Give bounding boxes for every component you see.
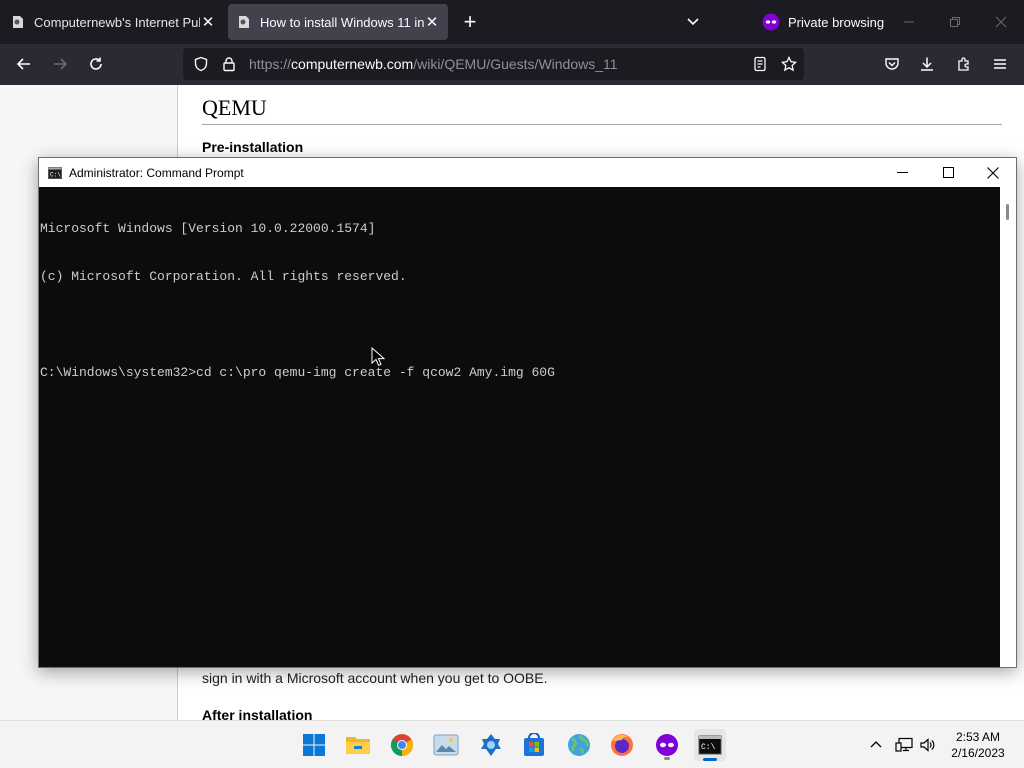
tab-title: How to install Windows 11 in Q (260, 14, 424, 30)
store-icon[interactable] (518, 729, 550, 761)
svg-text:C:\: C:\ (701, 743, 716, 752)
browser-tab-bar: Computernewb's Internet Pub ✕ How to ins… (0, 0, 1024, 44)
new-tab-plus-icon[interactable]: + (458, 8, 482, 36)
chevron-down-icon[interactable] (686, 12, 700, 37)
command-prompt-window[interactable]: C:\ Administrator: Command Prompt Micros… (38, 157, 1017, 668)
volume-icon[interactable] (915, 733, 939, 757)
start-icon[interactable] (298, 729, 330, 761)
paragraph-text: sign in with a Microsoft account when yo… (202, 670, 548, 686)
system-clock[interactable]: 2:53 AM 2/16/2023 (938, 729, 1018, 761)
chrome-icon[interactable] (386, 729, 418, 761)
svg-text:C:\: C:\ (50, 171, 61, 178)
private-browsing-indicator: Private browsing (762, 0, 884, 44)
subheading-pre-installation: Pre-installation (202, 139, 304, 155)
photos-icon[interactable] (430, 729, 462, 761)
mouse-pointer-icon (371, 346, 386, 372)
cmd-app-icon: C:\ (48, 166, 62, 179)
chevron-up-icon[interactable] (864, 733, 888, 757)
url-text[interactable]: https://computernewb.com/wiki/QEMU/Guest… (249, 56, 618, 72)
close-tab-icon[interactable]: ✕ (424, 13, 440, 31)
terminal-icon[interactable]: C:\ (694, 729, 726, 761)
close-tab-icon[interactable]: ✕ (200, 13, 216, 31)
pocket-icon[interactable] (877, 50, 907, 78)
active-indicator (703, 758, 717, 761)
firefox-private-icon[interactable] (651, 729, 683, 761)
computernewb-favicon-icon (10, 14, 26, 30)
firefox-icon[interactable] (606, 729, 638, 761)
cmd-title-bar[interactable]: C:\ Administrator: Command Prompt (39, 158, 1016, 187)
private-browsing-label: Private browsing (788, 14, 885, 30)
cmd-title: Administrator: Command Prompt (69, 165, 244, 180)
tab-windows11-guide[interactable]: How to install Windows 11 in Q ✕ (228, 4, 448, 40)
tab-computernewb[interactable]: Computernewb's Internet Pub ✕ (2, 4, 224, 40)
reload-icon[interactable] (81, 50, 111, 78)
running-indicator (664, 757, 670, 760)
extensions-icon[interactable] (949, 50, 979, 78)
forward-arrow-icon[interactable] (45, 50, 75, 78)
reader-view-icon[interactable] (746, 48, 774, 80)
downloads-icon[interactable] (912, 50, 942, 78)
url-bar[interactable]: https://computernewb.com/wiki/QEMU/Guest… (183, 48, 804, 80)
browser-nav-bar: https://computernewb.com/wiki/QEMU/Guest… (0, 44, 1024, 85)
section-heading-qemu: QEMU (202, 95, 1002, 125)
private-mask-icon (762, 13, 780, 31)
window-minimize-icon[interactable] (886, 0, 932, 44)
console-output[interactable]: Microsoft Windows [Version 10.0.22000.15… (40, 189, 998, 667)
back-arrow-icon[interactable] (9, 50, 39, 78)
network-icon[interactable] (892, 733, 916, 757)
globe-icon[interactable] (563, 729, 595, 761)
cmd-scrollbar[interactable] (1000, 187, 1016, 667)
tab-title: Computernewb's Internet Pub (34, 14, 200, 30)
cmd-close-icon[interactable] (970, 158, 1016, 187)
hamburger-menu-icon[interactable] (985, 50, 1015, 78)
cmd-maximize-icon[interactable] (925, 158, 971, 187)
clock-time: 2:53 AM (955, 730, 1001, 744)
taskbar: C:\ 2:53 AM 2/16/2023 (0, 720, 1024, 768)
console-line: (c) Microsoft Corporation. All rights re… (40, 269, 407, 284)
scrollbar-thumb[interactable] (1006, 204, 1009, 220)
console-line: Microsoft Windows [Version 10.0.22000.15… (40, 221, 376, 236)
lock-icon[interactable] (215, 56, 243, 72)
shield-icon[interactable] (187, 56, 215, 72)
file-explorer-icon[interactable] (342, 729, 374, 761)
console-command-line[interactable]: C:\Windows\system32>cd c:\pro qemu-img c… (40, 365, 998, 381)
cmd-minimize-icon[interactable] (879, 158, 925, 187)
window-restore-icon[interactable] (932, 0, 978, 44)
app-icon[interactable] (475, 729, 507, 761)
computernewb-favicon-icon (236, 14, 252, 30)
window-close-icon[interactable] (978, 0, 1024, 44)
clock-date: 2/16/2023 (951, 746, 1005, 760)
bookmark-star-icon[interactable] (775, 48, 803, 80)
